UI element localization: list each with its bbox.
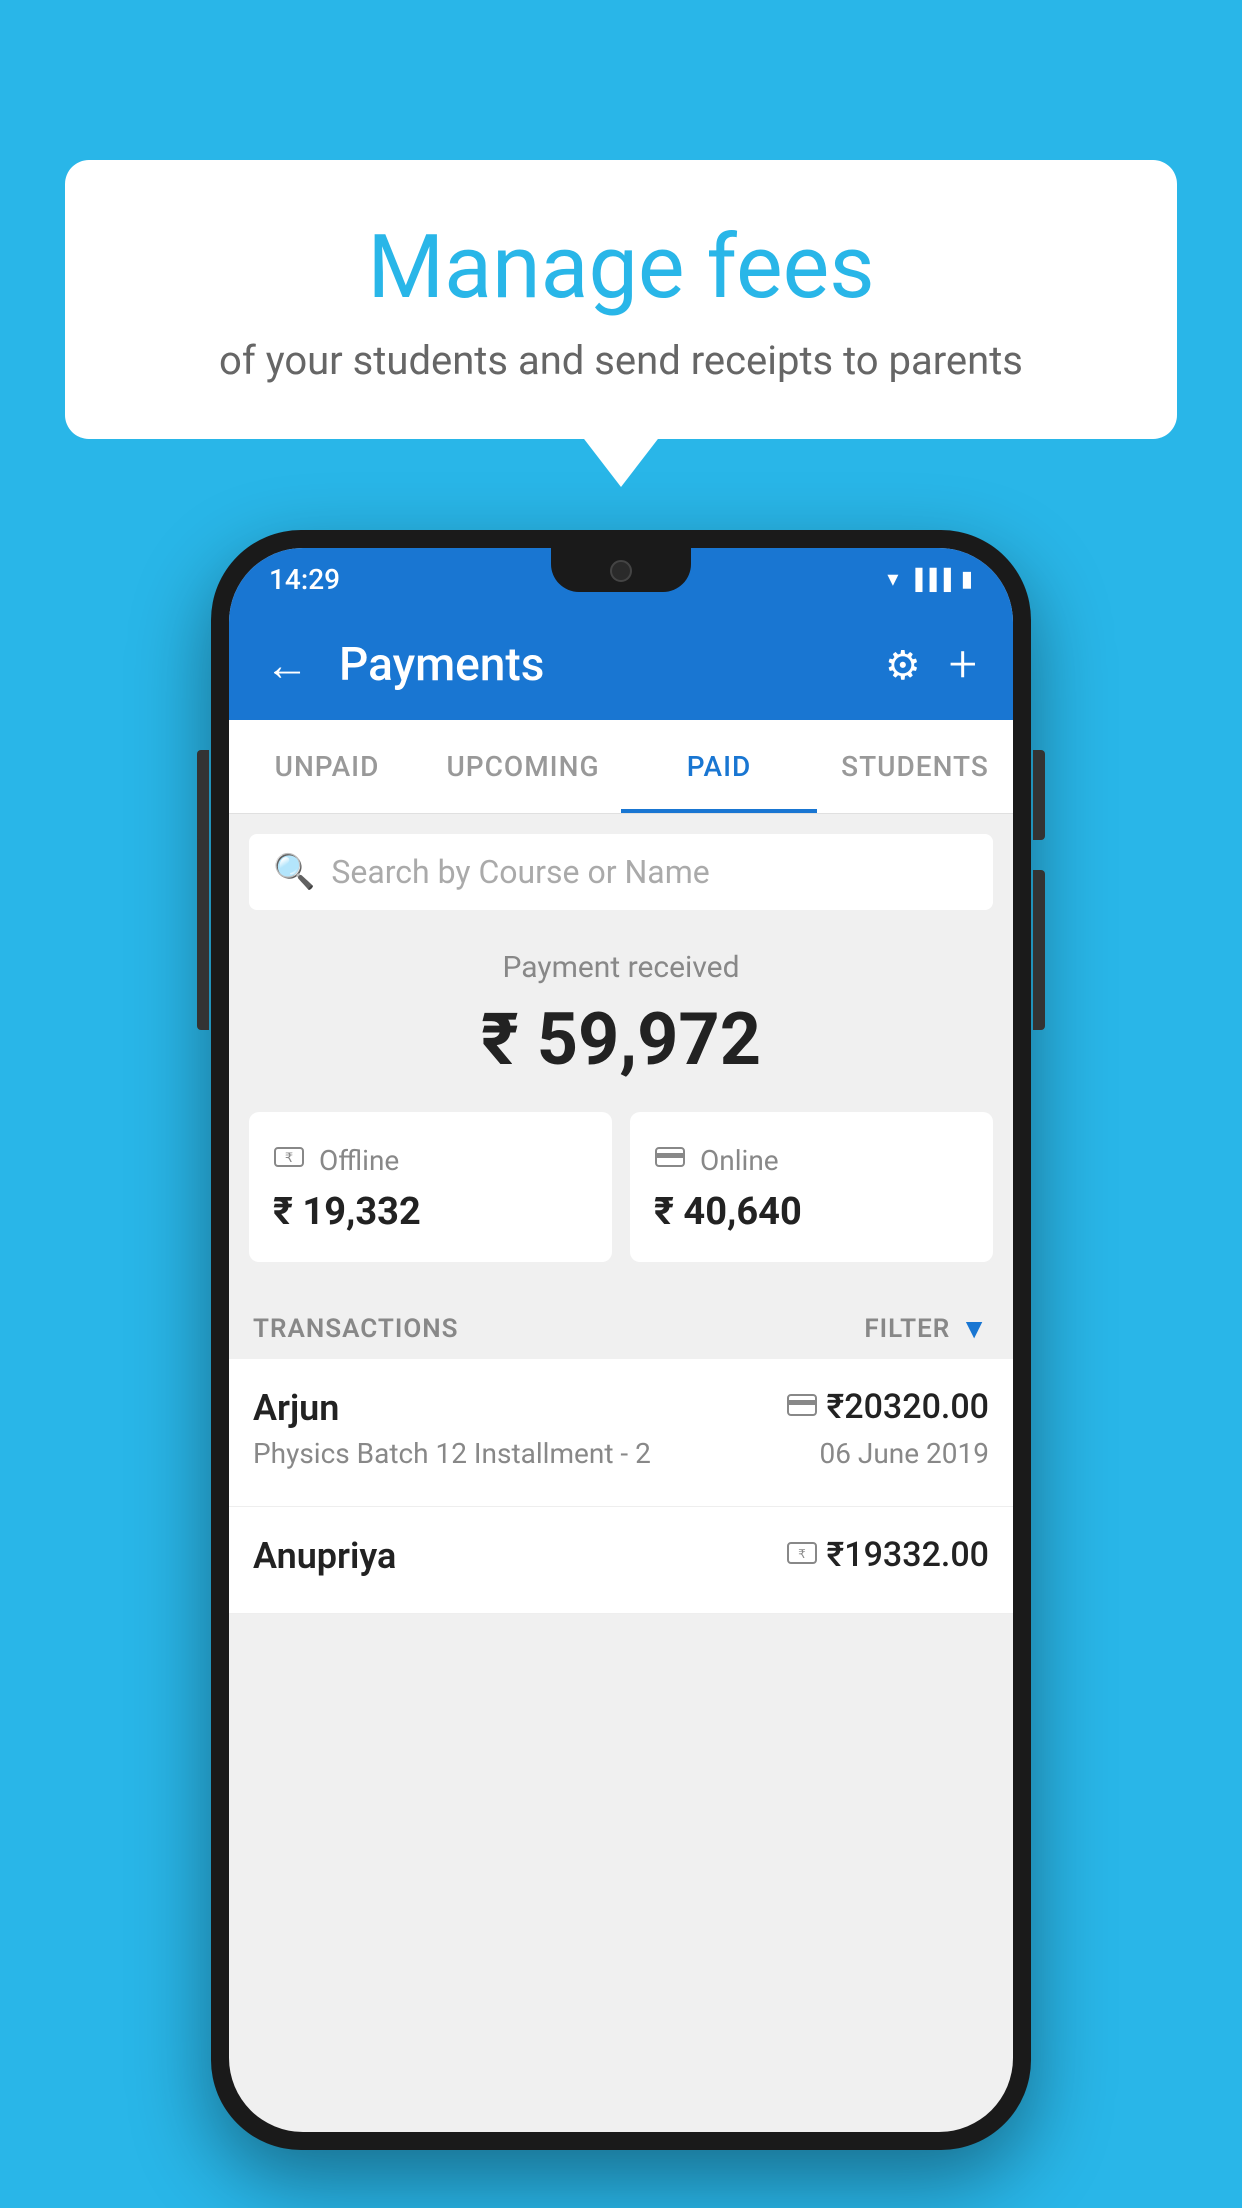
transaction-date: 06 June 2019 (819, 1437, 989, 1470)
speech-bubble: Manage fees of your students and send re… (65, 160, 1177, 439)
offline-card: ₹ Offline ₹ 19,332 (249, 1112, 612, 1262)
search-placeholder: Search by Course or Name (331, 853, 709, 891)
signal-icon: ▐▐▐ (908, 567, 951, 592)
svg-text:₹: ₹ (285, 1150, 293, 1165)
payment-cards: ₹ Offline ₹ 19,332 (229, 1112, 1013, 1292)
add-icon[interactable]: + (949, 636, 977, 694)
tab-paid[interactable]: PAID (621, 720, 817, 813)
back-button[interactable]: ← (265, 639, 309, 691)
tab-upcoming[interactable]: UPCOMING (425, 720, 621, 813)
transactions-label: TRANSACTIONS (253, 1314, 459, 1344)
transaction-name: Anupriya (253, 1535, 396, 1577)
filter-icon: ▼ (960, 1312, 989, 1345)
search-bar[interactable]: 🔍 Search by Course or Name (249, 834, 993, 910)
online-card: Online ₹ 40,640 (630, 1112, 993, 1262)
transaction-item-anupriya[interactable]: Anupriya ₹ ₹19332.00 (229, 1507, 1013, 1614)
svg-text:₹: ₹ (798, 1547, 806, 1561)
offline-payment-icon: ₹ (273, 1140, 305, 1180)
online-payment-icon (654, 1140, 686, 1180)
phone-body: 14:29 ▾ ▐▐▐ ▮ ← Payments ⚙ + (211, 530, 1031, 2150)
app-header: ← Payments ⚙ + (229, 610, 1013, 720)
camera (610, 560, 632, 582)
payment-received-label: Payment received (249, 950, 993, 985)
offline-label: Offline (319, 1144, 399, 1177)
status-icons: ▾ ▐▐▐ ▮ (887, 567, 973, 592)
transaction-amount-wrap: ₹20320.00 (787, 1387, 989, 1427)
page-title: Payments (339, 638, 855, 692)
payment-total-amount: ₹ 59,972 (249, 997, 993, 1082)
transaction-item-arjun[interactable]: Arjun ₹20320.00 Physics (229, 1359, 1013, 1507)
tab-students[interactable]: STUDENTS (817, 720, 1013, 813)
phone-screen: 14:29 ▾ ▐▐▐ ▮ ← Payments ⚙ + (229, 548, 1013, 2132)
online-label: Online (700, 1144, 779, 1177)
settings-icon[interactable]: ⚙ (885, 642, 921, 689)
transaction-offline-icon: ₹ (787, 1542, 817, 1568)
wifi-icon: ▾ (887, 567, 898, 592)
online-amount: ₹ 40,640 (654, 1190, 969, 1234)
notch (551, 548, 691, 592)
header-actions: ⚙ + (885, 636, 977, 694)
search-icon: 🔍 (273, 852, 315, 892)
speech-bubble-subtitle: of your students and send receipts to pa… (115, 337, 1127, 384)
phone-container: 14:29 ▾ ▐▐▐ ▮ ← Payments ⚙ + (211, 530, 1031, 2150)
transaction-name: Arjun (253, 1387, 339, 1429)
tab-unpaid[interactable]: UNPAID (229, 720, 425, 813)
speech-bubble-title: Manage fees (115, 220, 1127, 317)
content-area: 🔍 Search by Course or Name Payment recei… (229, 814, 1013, 1614)
transaction-card-icon (787, 1394, 817, 1420)
transaction-amount: ₹20320.00 (827, 1387, 989, 1427)
offline-amount: ₹ 19,332 (273, 1190, 588, 1234)
transactions-header: TRANSACTIONS FILTER ▼ (229, 1292, 1013, 1359)
tabs: UNPAID UPCOMING PAID STUDENTS (229, 720, 1013, 814)
filter-button[interactable]: FILTER ▼ (864, 1312, 989, 1345)
status-time: 14:29 (269, 563, 340, 596)
transaction-amount-wrap: ₹ ₹19332.00 (787, 1535, 989, 1575)
transaction-amount: ₹19332.00 (827, 1535, 989, 1575)
filter-label: FILTER (864, 1314, 950, 1344)
battery-icon: ▮ (961, 567, 973, 592)
payment-summary: Payment received ₹ 59,972 (229, 910, 1013, 1112)
transaction-detail: Physics Batch 12 Installment - 2 (253, 1437, 651, 1470)
